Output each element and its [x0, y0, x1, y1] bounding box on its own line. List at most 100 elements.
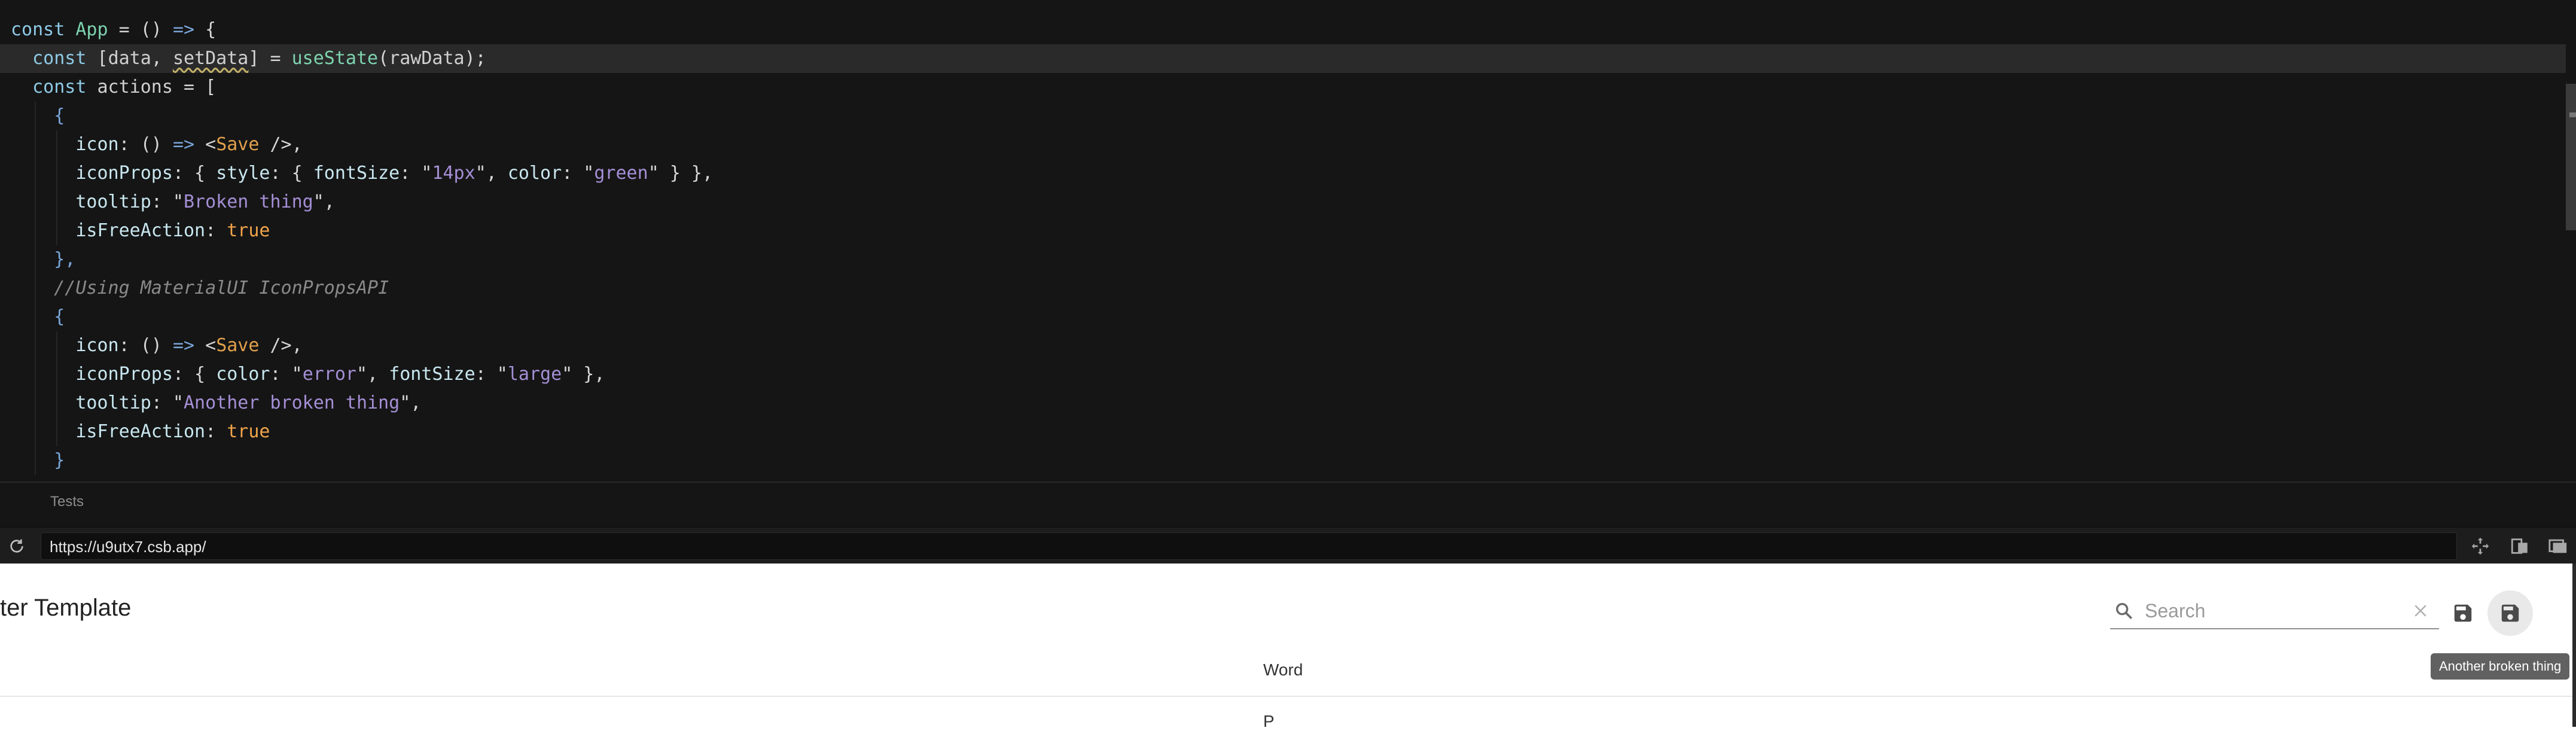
code-token: : ": [270, 364, 303, 385]
code-line[interactable]: isFreeAction: true: [0, 418, 2566, 446]
column-header-word[interactable]: Word: [1263, 660, 1303, 680]
split-view-icon[interactable]: [2510, 536, 2530, 556]
search-input[interactable]: [2144, 597, 2397, 625]
code-token: ",: [356, 364, 389, 385]
code-token: =>: [172, 335, 195, 356]
code-line[interactable]: iconProps: { style: { fontSize: "14px", …: [0, 159, 2566, 188]
code-line[interactable]: {: [0, 102, 2566, 130]
code-token: error: [302, 364, 356, 385]
code-token: style: [216, 163, 270, 184]
code-token: );: [464, 48, 486, 69]
code-line-text: iconProps: { style: { fontSize: "14px", …: [11, 159, 713, 188]
tests-panel: Tests: [0, 482, 2576, 526]
code-line[interactable]: const [data, setData] = useState(rawData…: [0, 44, 2566, 73]
save-action-button-hovered[interactable]: [2487, 590, 2533, 636]
code-line-text: icon: () => <Save />,: [11, 130, 302, 159]
code-token: fontSize: [389, 364, 475, 385]
code-token: ] =: [248, 48, 292, 69]
code-line[interactable]: {: [0, 303, 2566, 331]
code-token: <: [194, 134, 217, 155]
code-token: App: [75, 19, 108, 40]
code-token: setData: [172, 48, 249, 69]
tab-tests[interactable]: Tests: [50, 494, 84, 510]
search-box[interactable]: [2110, 593, 2439, 629]
code-line-text: {: [11, 102, 65, 130]
open-window-icon[interactable]: [2548, 536, 2568, 556]
code-line[interactable]: },: [0, 245, 2566, 274]
browser-bar: https://u9utx7.csb.app/: [0, 526, 2576, 565]
table-row: P: [1263, 712, 1275, 730]
code-token: :: [205, 421, 227, 442]
code-line-text: const actions = [: [11, 73, 216, 102]
code-line[interactable]: icon: () => <Save />,: [0, 130, 2566, 159]
code-line[interactable]: tooltip: "Another broken thing",: [0, 389, 2566, 418]
code-token: = [: [172, 77, 217, 98]
code-token: Another broken thing: [184, 392, 400, 413]
code-token: : {: [172, 364, 217, 385]
code-token: tooltip: [11, 392, 151, 413]
code-token: color: [507, 163, 562, 184]
search-icon: [2114, 601, 2134, 621]
code-token: isFreeAction: [11, 421, 206, 442]
code-token: : ": [562, 163, 595, 184]
code-line-text: }: [11, 446, 65, 475]
url-field[interactable]: https://u9utx7.csb.app/: [41, 532, 2457, 560]
code-token: 14px: [432, 163, 475, 184]
code-token: Broken thing: [184, 191, 313, 212]
code-line-text: tooltip: "Another broken thing",: [11, 389, 421, 418]
code-token: : {: [172, 163, 217, 184]
code-token: ",: [400, 392, 422, 413]
code-line-text: iconProps: { color: "error", fontSize: "…: [11, 360, 605, 389]
code-line[interactable]: icon: () => <Save />,: [0, 331, 2566, 360]
code-token: true: [227, 421, 270, 442]
scrollbar-marker: [2569, 112, 2576, 117]
code-line[interactable]: //Using MaterialUI IconPropsAPI: [0, 274, 2566, 303]
code-token: large: [507, 364, 562, 385]
code-token: : ": [400, 163, 432, 184]
code-token: : (): [118, 335, 173, 356]
move-icon[interactable]: [2470, 536, 2490, 556]
code-token: data: [108, 48, 151, 69]
code-line-text: const App = () => {: [11, 16, 216, 44]
code-token: ,: [151, 48, 173, 69]
code-token: },: [11, 249, 76, 270]
code-token: useState: [291, 48, 379, 69]
clear-icon[interactable]: [2412, 602, 2429, 620]
code-line[interactable]: const App = () => {: [0, 16, 2566, 44]
code-token: rawData: [389, 48, 465, 69]
code-line[interactable]: iconProps: { color: "error", fontSize: "…: [0, 360, 2566, 389]
code-editor[interactable]: const App = () => { const [data, setData…: [0, 0, 2576, 482]
code-line-text: },: [11, 245, 75, 274]
code-line[interactable]: tooltip: "Broken thing",: [0, 188, 2566, 217]
header-divider: [0, 696, 2572, 697]
code-line[interactable]: }: [0, 446, 2566, 475]
code-line-text: //Using MaterialUI IconPropsAPI: [11, 274, 389, 303]
code-token: const: [11, 19, 76, 40]
code-token: tooltip: [11, 191, 151, 212]
save-action-button[interactable]: [2440, 590, 2486, 636]
code-token: icon: [11, 335, 119, 356]
code-token: const: [11, 77, 97, 98]
code-line[interactable]: const actions = [: [0, 73, 2566, 102]
code-token: //Using MaterialUI IconPropsAPI: [11, 278, 389, 299]
code-line[interactable]: isFreeAction: true: [0, 217, 2566, 245]
code-token: iconProps: [11, 364, 173, 385]
refresh-icon[interactable]: [7, 537, 26, 556]
code-line-text: isFreeAction: true: [11, 418, 270, 446]
code-token: =>: [172, 134, 195, 155]
code-token: fontSize: [313, 163, 400, 184]
code-token: :: [205, 220, 227, 241]
preview-edge: [2572, 564, 2576, 727]
action-tooltip: Another broken thing: [2431, 653, 2570, 680]
code-token: : (): [118, 134, 173, 155]
code-token: = (): [108, 19, 173, 40]
code-token: const: [11, 48, 97, 69]
save-icon: [2454, 604, 2472, 622]
code-token: color: [216, 364, 270, 385]
code-token: actions: [97, 77, 173, 98]
code-token: {: [11, 306, 65, 327]
code-token: true: [227, 220, 270, 241]
code-line-text: const [data, setData] = useState(rawData…: [11, 44, 486, 73]
editor-scrollbar[interactable]: [2566, 84, 2576, 230]
code-token: : ": [151, 191, 184, 212]
